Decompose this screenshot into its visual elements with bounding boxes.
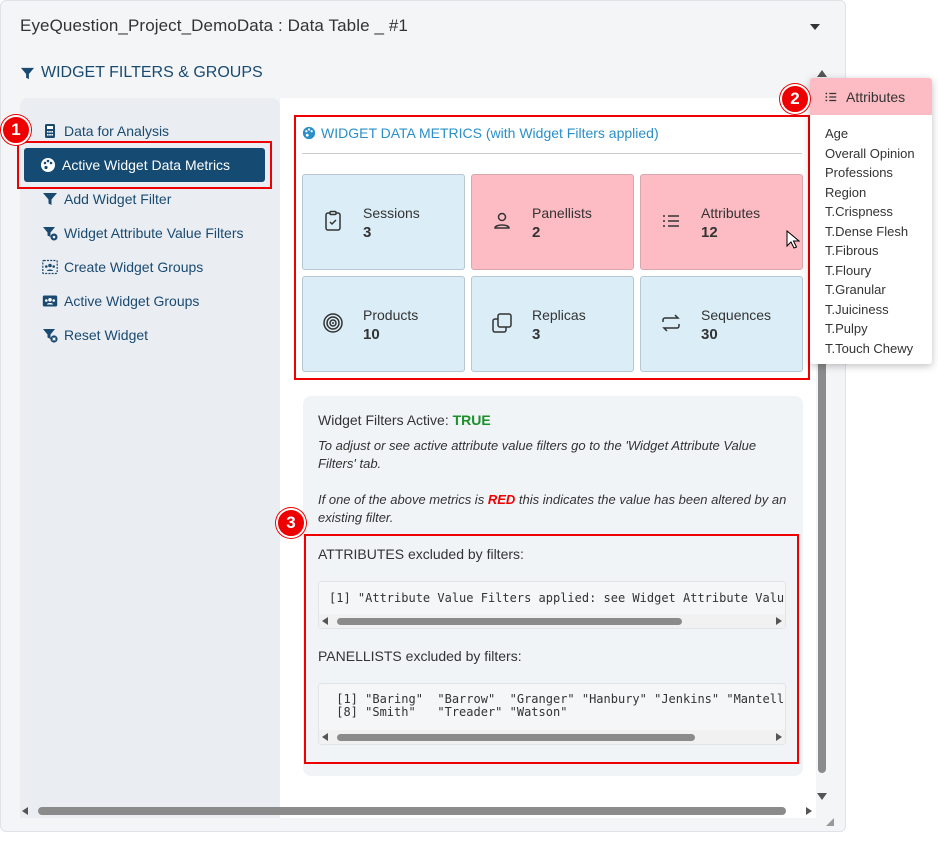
filter-icon (20, 67, 35, 79)
sidebar-item-label: Data for Analysis (64, 123, 170, 139)
scroll-left-icon[interactable] (22, 807, 28, 815)
list-item: T.Granular (825, 282, 886, 297)
scroll-up-icon[interactable] (817, 70, 827, 77)
filter-gear-icon (43, 227, 58, 241)
sidebar-item-data-for-analysis[interactable]: Data for Analysis (42, 121, 169, 141)
main-horizontal-scrollbar[interactable] (22, 804, 812, 818)
scroll-down-icon[interactable] (817, 793, 827, 800)
sidebar-item-label: Widget Attribute Value Filters (64, 225, 244, 241)
filters-active-value: TRUE (452, 412, 491, 428)
list-icon (825, 92, 837, 101)
sidebar-item-label: Add Widget Filter (64, 191, 172, 207)
annotation-box-2 (294, 115, 810, 380)
filter-reset-icon (43, 329, 58, 343)
annotation-box-1 (17, 141, 272, 189)
section-header[interactable]: WIDGET FILTERS & GROUPS (20, 64, 263, 82)
window-title: EyeQuestion_Project_DemoData : Data Tabl… (20, 16, 408, 35)
list-item: T.Dense Flesh (825, 223, 909, 239)
list-item: T.Floury (825, 262, 872, 278)
mouse-pointer-icon (786, 230, 800, 249)
id-card-icon (42, 295, 58, 307)
annotation-badge-1: 1 (1, 115, 31, 145)
list-item: T.Crispness (825, 204, 893, 219)
users-group-icon (42, 259, 58, 275)
sidebar-item-widget-attribute-value-filters[interactable]: Widget Attribute Value Filters (42, 223, 243, 243)
annotation-badge-2: 2 (780, 84, 810, 114)
scroll-right-icon[interactable] (806, 807, 812, 815)
sidebar-item-label: Create Widget Groups (64, 259, 204, 275)
red-note-keyword: RED (487, 492, 516, 507)
filters-active-label: Widget Filters Active: (318, 412, 449, 428)
list-item: Overall Opinion (825, 145, 915, 161)
sidebar-item-create-widget-groups[interactable]: Create Widget Groups (42, 257, 203, 277)
list-item: T.Touch Chewy (825, 340, 914, 356)
resize-handle-icon[interactable] (826, 818, 834, 826)
sidebar-item-active-widget-groups[interactable]: Active Widget Groups (42, 291, 199, 311)
sidebar-item-add-widget-filter[interactable]: Add Widget Filter (42, 189, 171, 209)
calculator-icon (45, 124, 55, 138)
sidebar-item-label: Active Widget Groups (64, 293, 200, 309)
annotation-box-3 (304, 534, 799, 764)
sidebar-item-label: Reset Widget (64, 327, 149, 343)
list-item: Professions (825, 165, 893, 180)
attributes-tooltip-header: Attributes (810, 78, 932, 115)
attributes-tooltip-title: Attributes (846, 88, 906, 105)
sidebar-item-reset-widget[interactable]: Reset Widget (42, 325, 148, 345)
list-item: T.Juiciness (825, 301, 889, 317)
list-item: T.Fibrous (825, 243, 879, 258)
window-menu-caret-icon[interactable] (810, 24, 820, 30)
scrollbar-thumb[interactable] (38, 807, 786, 815)
list-item: T.Pulpy (825, 321, 868, 336)
red-metric-note: If one of the above metrics is RED this … (318, 491, 793, 527)
list-item: Age (825, 126, 849, 141)
attributes-list: Age Overall Opinion Professions Region T… (825, 124, 915, 358)
list-item: Region (825, 184, 867, 200)
section-title: WIDGET FILTERS & GROUPS (41, 64, 263, 81)
filter-icon (43, 193, 57, 205)
red-note-pre: If one of the above metrics is (318, 492, 485, 507)
filters-active-status: Widget Filters Active: TRUE (318, 412, 491, 428)
annotation-badge-3: 3 (276, 508, 306, 538)
filters-note: To adjust or see active attribute value … (318, 438, 757, 471)
attributes-tooltip: Attributes Age Overall Opinion Professio… (810, 78, 932, 364)
